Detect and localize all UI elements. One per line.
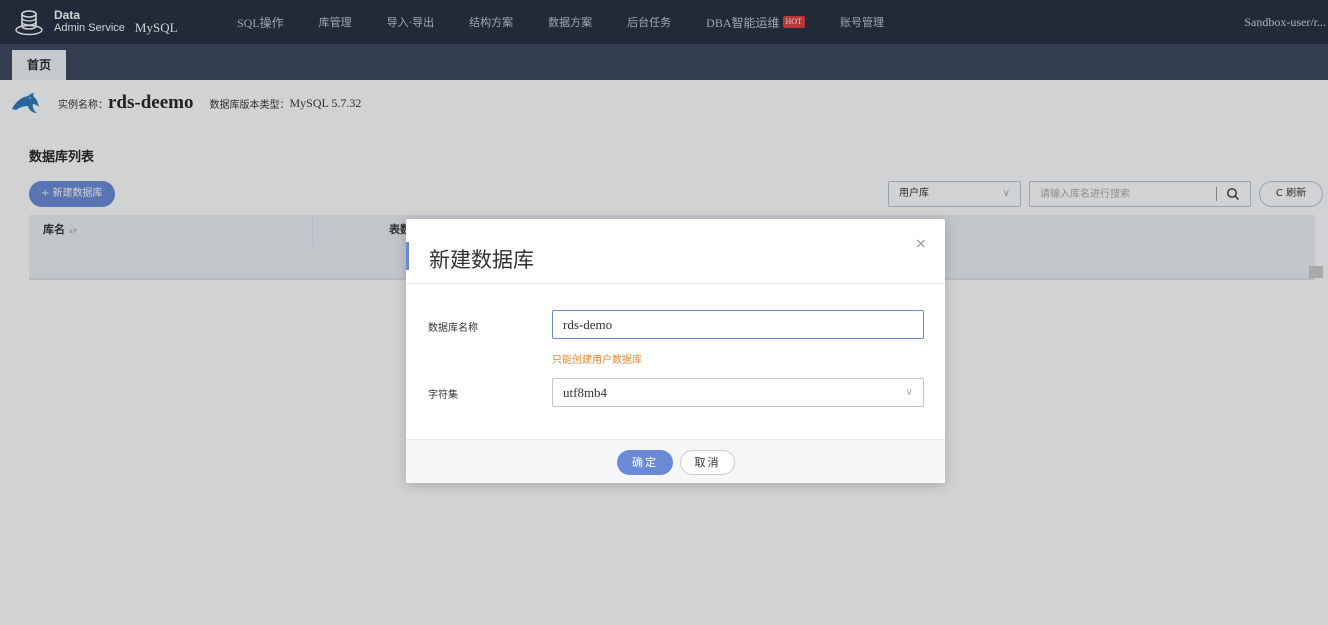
confirm-button[interactable]: 确定 bbox=[617, 450, 673, 475]
charset-select[interactable]: utf8mb4 ∨ bbox=[552, 378, 924, 407]
dialog-title: 新建数据库 bbox=[429, 248, 534, 272]
charset-value: utf8mb4 bbox=[563, 385, 608, 400]
db-name-label: 数据库名称 bbox=[428, 323, 478, 334]
close-icon[interactable]: × bbox=[915, 236, 927, 252]
charset-label: 字符集 bbox=[428, 390, 458, 401]
title-accent-bar bbox=[406, 242, 409, 270]
db-name-input[interactable] bbox=[552, 310, 924, 339]
dialog-header: 新建数据库 × bbox=[406, 219, 945, 284]
db-name-hint: 只能创建用户数据库 bbox=[552, 355, 642, 366]
new-database-dialog: 新建数据库 × 数据库名称 只能创建用户数据库 字符集 utf8mb4 ∨ 确定… bbox=[406, 219, 945, 483]
dialog-footer: 确定 取消 bbox=[406, 439, 945, 483]
chevron-down-icon: ∨ bbox=[905, 387, 913, 398]
cancel-button[interactable]: 取消 bbox=[680, 450, 735, 475]
